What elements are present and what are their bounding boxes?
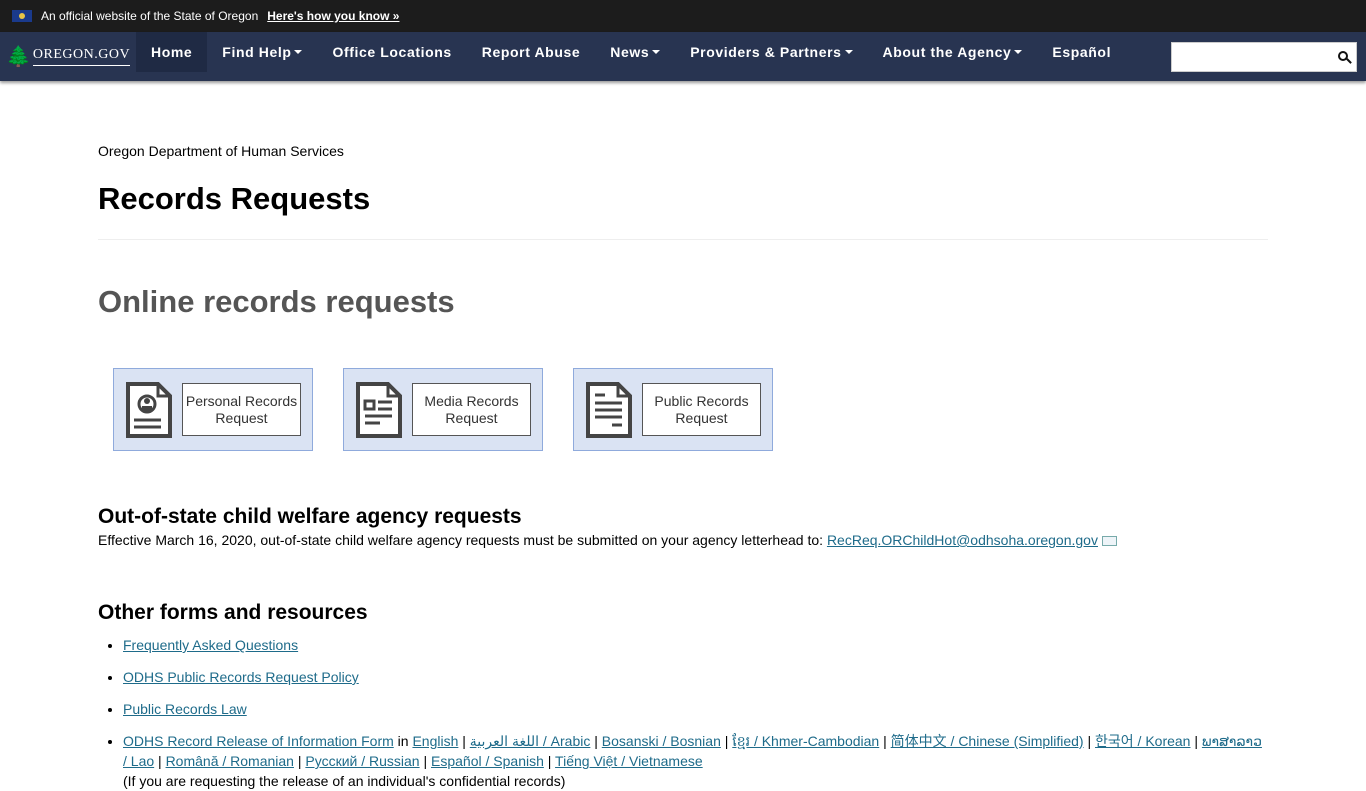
- search-icon[interactable]: [1338, 51, 1348, 61]
- nav-item-news[interactable]: News: [595, 32, 675, 72]
- out-of-state-text: Effective March 16, 2020, out-of-state c…: [98, 532, 1268, 548]
- personal-records-tile[interactable]: Personal Records Request: [113, 368, 313, 451]
- media-records-tile[interactable]: Media Records Request: [343, 368, 543, 451]
- page-title: Records Requests: [98, 181, 371, 216]
- tile-label: Personal Records Request: [182, 383, 301, 436]
- main-nav: 🌲 OREGON.GOV Home Find Help Office Locatio…: [0, 32, 1366, 81]
- language-link[interactable]: اللغة العربية / Arabic: [470, 733, 591, 749]
- oregon-gov-logo[interactable]: 🌲 OREGON.GOV: [0, 32, 136, 81]
- tile-label: Media Records Request: [412, 383, 531, 436]
- agency-name: Oregon Department of Human Services: [98, 143, 344, 159]
- list-item: Public Records Law: [123, 699, 1268, 719]
- nav-item-office-locations[interactable]: Office Locations: [317, 32, 466, 72]
- search-input[interactable]: [1172, 43, 1322, 71]
- separator: |: [458, 733, 470, 749]
- language-link[interactable]: Română / Romanian: [166, 753, 294, 769]
- mail-icon: [1101, 536, 1117, 547]
- nav-item-espa-ol[interactable]: Español: [1037, 32, 1126, 72]
- language-link[interactable]: English: [412, 733, 458, 749]
- search-box: [1171, 42, 1357, 72]
- public-document-icon: [586, 381, 632, 438]
- list-item: ODHS Record Release of Information Form …: [123, 731, 1268, 791]
- caret-down-icon: [844, 50, 853, 54]
- official-banner: An official website of the State of Oreg…: [0, 0, 1366, 32]
- public-records-tile[interactable]: Public Records Request: [573, 368, 773, 451]
- separator: |: [590, 733, 602, 749]
- language-link[interactable]: Tiếng Việt / Vietnamese: [555, 753, 703, 769]
- caret-down-icon: [294, 50, 303, 54]
- release-note: (If you are requesting the release of an…: [123, 773, 566, 789]
- language-link[interactable]: 한국어 / Korean: [1095, 733, 1190, 749]
- official-text: An official website of the State of Oreg…: [41, 9, 259, 23]
- faq-link[interactable]: Frequently Asked Questions: [123, 637, 298, 653]
- oregon-flag-icon: [12, 10, 32, 22]
- tree-icon: 🌲: [6, 45, 31, 68]
- nav-menu: Home Find Help Office Locations Report Abus…: [136, 32, 1126, 81]
- other-forms-heading: Other forms and resources: [98, 601, 368, 624]
- personal-document-icon: [126, 381, 172, 438]
- language-link[interactable]: 简体中文 / Chinese (Simplified): [891, 733, 1084, 749]
- request-tiles: Personal Records Request Media Records R…: [113, 368, 1268, 451]
- separator: |: [293, 753, 306, 769]
- separator: |: [543, 753, 556, 769]
- how-you-know-link[interactable]: Here's how you know »: [267, 9, 399, 23]
- list-item: Frequently Asked Questions: [123, 635, 1268, 655]
- separator: |: [879, 733, 891, 749]
- language-link[interactable]: Bosanski / Bosnian: [602, 733, 721, 749]
- nav-item-home[interactable]: Home: [136, 32, 208, 72]
- language-link[interactable]: Русский / Russian: [305, 753, 419, 769]
- law-link[interactable]: Public Records Law: [123, 701, 247, 717]
- caret-down-icon: [652, 50, 661, 54]
- release-form-link[interactable]: ODHS Record Release of Information Form: [123, 733, 394, 749]
- language-link[interactable]: Español / Spanish: [431, 753, 544, 769]
- separator: |: [419, 753, 432, 769]
- nav-item-report-abuse[interactable]: Report Abuse: [467, 32, 595, 72]
- online-requests-heading: Online records requests: [98, 284, 455, 319]
- nav-item-find-help[interactable]: Find Help: [207, 32, 317, 72]
- separator: |: [154, 753, 166, 769]
- language-link[interactable]: ខ្មែរ / Khmer-Cambodian: [732, 733, 879, 749]
- separator: |: [1190, 733, 1202, 749]
- email-link[interactable]: RecReq.ORChildHot@odhsoha.oregon.gov: [827, 532, 1098, 548]
- media-document-icon: [356, 381, 402, 438]
- caret-down-icon: [1014, 50, 1023, 54]
- nav-item-about-the-agency[interactable]: About the Agency: [868, 32, 1038, 72]
- tile-label: Public Records Request: [642, 383, 761, 436]
- separator: |: [720, 733, 733, 749]
- list-item: ODHS Public Records Request Policy: [123, 667, 1268, 687]
- out-of-state-heading: Out-of-state child welfare agency reques…: [98, 505, 522, 528]
- separator: |: [1083, 733, 1096, 749]
- policy-link[interactable]: ODHS Public Records Request Policy: [123, 669, 359, 685]
- divider: [98, 239, 1268, 240]
- nav-item-providers-partners[interactable]: Providers & Partners: [675, 32, 867, 72]
